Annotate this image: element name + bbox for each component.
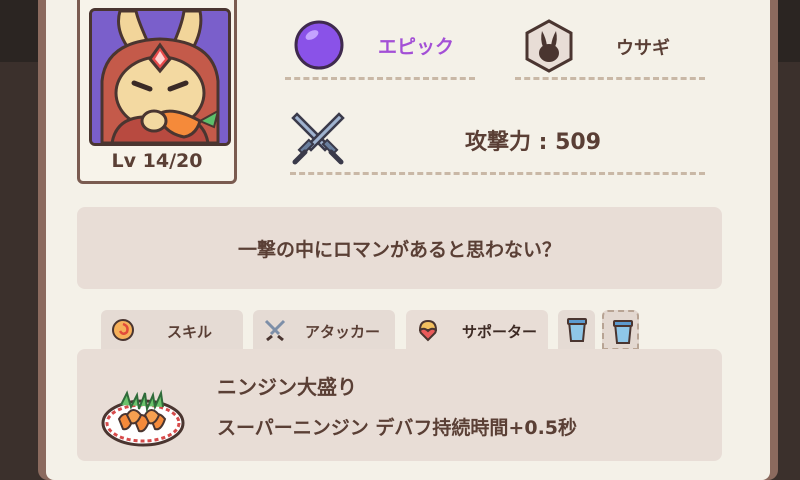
rabbit-species-icon [525,19,573,73]
character-quote: 一撃の中にロマンがあると思わない？ [237,239,561,261]
divider [290,172,705,175]
attack-stat: 攻撃力 : 509 [465,130,602,155]
tab-supporter[interactable]: サポーター [406,310,548,350]
tab-attacker-label: アタッカー [305,323,381,341]
skill-description: スーパーニンジン デバフ持続時間+0.5秒 [217,417,578,439]
divider [515,77,705,80]
cup-icon [613,320,633,344]
rabbit-character-portrait [89,8,231,146]
tab-supporter-label: サポーター [462,323,538,341]
tab-skill[interactable]: スキル [101,310,243,350]
carrot-plate-icon [101,389,185,447]
rarity-label: エピック [378,36,455,58]
species-label: ウサギ [616,38,670,59]
cup-icon [567,318,587,342]
crossed-swords-icon [291,112,345,165]
character-quote-box: 一撃の中にロマンがあると思わない？ [77,207,722,289]
character-portrait-card: Lv 14/20 [77,0,237,184]
divider [285,77,475,80]
crossed-swords-icon [264,319,286,342]
skill-name: ニンジン大盛り [217,375,357,399]
tab-attacker[interactable]: アタッカー [253,310,395,350]
tab-item-2[interactable] [602,310,639,350]
tab-item-1[interactable] [558,310,595,350]
heart-helmet-icon [418,319,438,342]
swirl-icon [112,319,134,341]
tab-skill-label: スキル [167,323,213,341]
skill-detail-box: ニンジン大盛り スーパーニンジン デバフ持続時間+0.5秒 [77,349,722,461]
character-level: Lv 14/20 [111,150,203,172]
rarity-orb-icon [294,20,344,70]
